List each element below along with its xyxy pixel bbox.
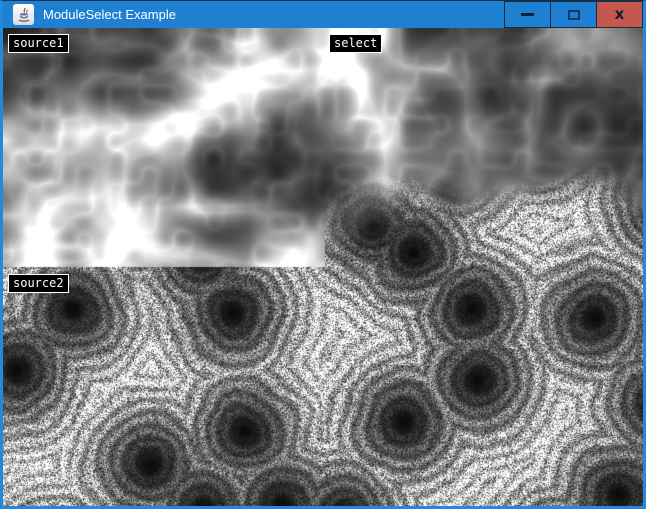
java-app-icon xyxy=(13,4,34,25)
maximize-icon xyxy=(568,10,580,20)
java-coffee-cup-icon xyxy=(16,7,32,23)
select-label: select xyxy=(329,34,382,53)
source1-label: source1 xyxy=(8,34,69,53)
minimize-icon xyxy=(521,13,534,16)
window-controls: x xyxy=(505,1,643,28)
maximize-button[interactable] xyxy=(550,1,597,28)
close-button[interactable]: x xyxy=(596,1,643,28)
title-bar[interactable]: ModuleSelect Example x xyxy=(3,1,643,28)
close-icon: x xyxy=(615,7,625,22)
source2-label: source2 xyxy=(8,274,69,293)
render-area: source1 select source2 xyxy=(3,28,643,506)
minimize-button[interactable] xyxy=(504,1,551,28)
app-window: ModuleSelect Example x source1 select so… xyxy=(0,0,646,509)
window-title: ModuleSelect Example xyxy=(43,7,176,22)
noise-render-canvas xyxy=(3,28,643,506)
